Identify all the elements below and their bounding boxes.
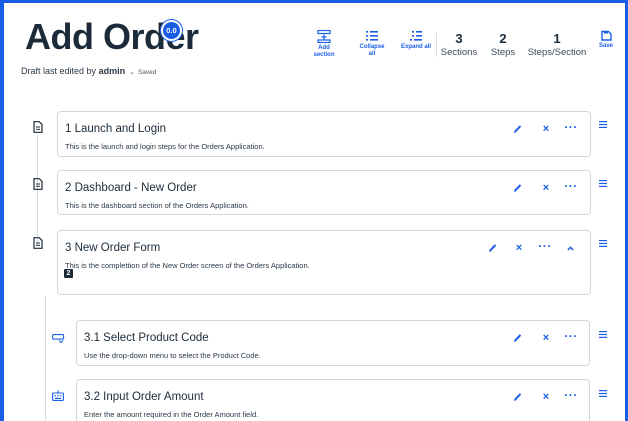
step-title: 3.1 Select Product Code bbox=[84, 332, 209, 344]
steps-per-section-count: 1 bbox=[553, 31, 561, 46]
pencil-icon[interactable] bbox=[511, 332, 523, 344]
step-description: Use the drop-down menu to select the Pro… bbox=[84, 351, 261, 360]
drag-handle-icon[interactable] bbox=[597, 119, 609, 129]
pencil-icon[interactable] bbox=[511, 123, 523, 135]
save-icon bbox=[600, 30, 612, 41]
chevron-up-icon[interactable] bbox=[564, 242, 576, 254]
pencil-icon[interactable] bbox=[511, 391, 523, 403]
step-card[interactable]: 3.1 Select Product Code Use the drop-dow… bbox=[76, 320, 590, 366]
step-title: 3.2 Input Order Amount bbox=[84, 391, 204, 403]
more-icon[interactable]: ··· bbox=[562, 121, 580, 133]
add-section-button[interactable]: Add section bbox=[313, 30, 335, 58]
close-icon[interactable]: × bbox=[540, 332, 552, 344]
section-title: 1 Launch and Login bbox=[65, 123, 167, 135]
close-icon[interactable]: × bbox=[540, 123, 552, 135]
drag-handle-icon[interactable] bbox=[597, 178, 609, 188]
dropdown-select-icon bbox=[51, 333, 65, 345]
section-card[interactable]: 3 New Order Form This is the complettion… bbox=[57, 230, 591, 295]
draft-status: Draft last edited by admin ⌄ Saved bbox=[21, 66, 156, 76]
close-icon[interactable]: × bbox=[513, 242, 525, 254]
drag-handle-icon[interactable] bbox=[597, 388, 609, 398]
sections-stat: 3 Sections bbox=[440, 32, 478, 60]
steps-per-section-label: Steps/Section bbox=[527, 47, 587, 58]
chevron-down-icon[interactable]: ⌄ bbox=[129, 69, 135, 76]
save-button[interactable]: Save bbox=[595, 30, 617, 50]
editor-name: admin bbox=[98, 66, 126, 76]
close-icon[interactable]: × bbox=[540, 391, 552, 403]
more-icon[interactable]: ··· bbox=[562, 389, 580, 401]
close-icon[interactable]: × bbox=[540, 182, 552, 194]
toolbar-divider bbox=[436, 33, 437, 57]
steps-count: 2 bbox=[499, 31, 507, 46]
save-label: Save bbox=[598, 43, 613, 49]
section-title: 2 Dashboard - New Order bbox=[65, 182, 197, 194]
document-icon bbox=[32, 177, 44, 191]
more-icon[interactable]: ··· bbox=[562, 330, 580, 342]
drag-handle-icon[interactable] bbox=[597, 238, 609, 248]
top-accent-bar bbox=[0, 0, 628, 3]
pencil-icon[interactable] bbox=[511, 182, 523, 194]
version-badge: 0.0 bbox=[161, 20, 182, 41]
step-card[interactable]: 3.2 Input Order Amount Enter the amount … bbox=[76, 379, 590, 421]
more-icon[interactable]: ··· bbox=[562, 180, 580, 192]
steps-per-section-stat: 1 Steps/Section bbox=[527, 32, 587, 60]
collapse-all-label: Collapse all bbox=[359, 44, 385, 57]
add-section-icon bbox=[317, 30, 331, 43]
section-description: This is the dashboard section of the Ord… bbox=[65, 201, 249, 210]
expand-all-label: Expand all bbox=[400, 44, 431, 50]
sections-count: 3 bbox=[455, 31, 463, 46]
keyboard-input-icon bbox=[51, 389, 65, 401]
section-title: 3 New Order Form bbox=[65, 242, 161, 254]
add-section-label: Add section bbox=[313, 45, 335, 58]
step-count-badge: 2 bbox=[64, 269, 73, 278]
sections-label: Sections bbox=[440, 47, 478, 58]
saved-status: Saved bbox=[137, 69, 157, 76]
left-accent-bar bbox=[0, 0, 4, 421]
section-description: This is the launch and login steps for t… bbox=[65, 142, 265, 151]
section-card[interactable]: 1 Launch and Login This is the launch an… bbox=[57, 111, 591, 157]
document-icon bbox=[32, 120, 44, 134]
steps-label: Steps bbox=[490, 47, 516, 58]
document-icon bbox=[32, 236, 44, 250]
collapse-all-button[interactable]: Collapse all bbox=[356, 30, 388, 57]
drag-handle-icon[interactable] bbox=[597, 329, 609, 339]
collapse-all-icon bbox=[366, 31, 378, 41]
more-icon[interactable]: ··· bbox=[536, 240, 554, 252]
step-timeline-connector bbox=[45, 296, 46, 421]
step-description: Enter the amount required in the Order A… bbox=[84, 410, 259, 419]
pencil-icon[interactable] bbox=[486, 242, 498, 254]
steps-stat: 2 Steps bbox=[488, 32, 518, 60]
expand-all-icon bbox=[410, 31, 422, 41]
draft-prefix: Draft last edited by bbox=[21, 66, 97, 76]
section-card[interactable]: 2 Dashboard - New Order This is the dash… bbox=[57, 170, 591, 215]
expand-all-button[interactable]: Expand all bbox=[399, 30, 433, 51]
section-description: This is the complettion of the New Order… bbox=[65, 261, 310, 270]
